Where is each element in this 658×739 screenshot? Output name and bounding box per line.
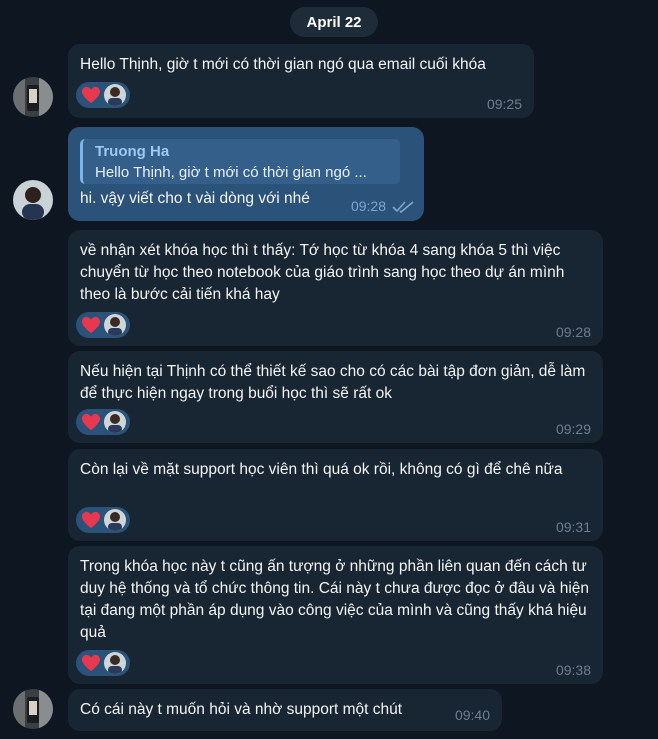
reply-snippet: Hello Thịnh, giờ t mới có thời gian ngó …	[95, 164, 367, 181]
message-text: Có cái này t muốn hỏi và nhờ support một…	[80, 701, 403, 718]
message-text: Còn lại về mặt support học viên thì quá …	[80, 461, 563, 478]
message-text: Nếu hiện tại Thịnh có thể thiết kế sao c…	[80, 363, 586, 402]
message-time: 09:28	[350, 198, 386, 214]
heart-icon	[82, 511, 100, 529]
read-checkmarks-icon	[392, 201, 414, 213]
reaction-chip[interactable]	[76, 650, 130, 676]
heart-icon	[82, 654, 100, 672]
message-bubble[interactable]: Hello Thịnh, giờ t mới có thời gian ngó …	[68, 44, 534, 118]
message-text: Hello Thịnh, giờ t mới có thời gian ngó …	[80, 56, 486, 73]
reactor-avatar	[104, 411, 126, 433]
message-bubble[interactable]: về nhận xét khóa học thì t thấy: Tớ học …	[68, 230, 603, 346]
reaction-chip[interactable]	[76, 409, 130, 435]
message-time: 09:40	[454, 707, 490, 723]
date-separator: April 22	[290, 7, 378, 37]
my-avatar[interactable]	[13, 180, 53, 220]
reactor-avatar	[104, 84, 126, 106]
reply-quote[interactable]: Truong Ha Hello Thịnh, giờ t mới có thời…	[80, 139, 400, 184]
contact-avatar[interactable]	[13, 689, 53, 729]
message-time: 09:29	[555, 421, 591, 437]
message-text: Trong khóa học này t cũng ấn tượng ở nhữ…	[80, 558, 590, 641]
reactor-avatar	[104, 314, 126, 336]
message-time: 09:31	[555, 519, 591, 535]
contact-avatar[interactable]	[13, 77, 53, 117]
message-time: 09:25	[486, 96, 522, 112]
outgoing-message-bubble-body[interactable]: Truong Ha Hello Thịnh, giờ t mới có thời…	[68, 127, 424, 221]
message-text: hi. vậy viết cho t vài dòng với nhé	[80, 190, 310, 207]
message-bubble[interactable]: Còn lại về mặt support học viên thì quá …	[68, 449, 603, 541]
reaction-chip[interactable]	[76, 312, 130, 338]
heart-icon	[82, 316, 100, 334]
message-bubble[interactable]: Nếu hiện tại Thịnh có thể thiết kế sao c…	[68, 351, 603, 443]
message-time: 09:28	[555, 324, 591, 340]
reactor-avatar	[104, 509, 126, 531]
message-text: về nhận xét khóa học thì t thấy: Tớ học …	[80, 242, 565, 303]
message-time: 09:38	[555, 662, 591, 678]
reaction-chip[interactable]	[76, 507, 130, 533]
reactor-avatar	[104, 652, 126, 674]
message-bubble[interactable]: Trong khóa học này t cũng ấn tượng ở nhữ…	[68, 546, 603, 684]
heart-icon	[82, 86, 100, 104]
message-bubble[interactable]: Có cái này t muốn hỏi và nhờ support một…	[68, 689, 502, 731]
reaction-chip[interactable]	[76, 82, 130, 108]
heart-icon	[82, 413, 100, 431]
reply-author: Truong Ha	[95, 143, 170, 160]
